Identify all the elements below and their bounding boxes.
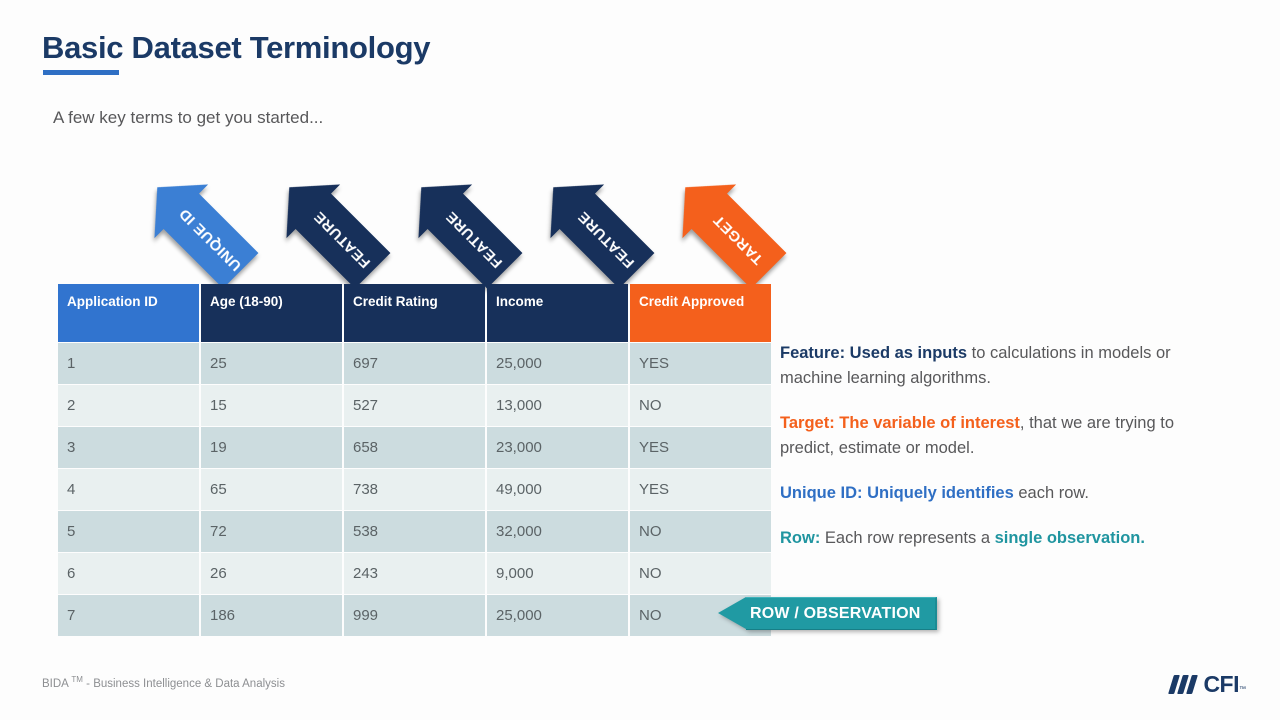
table-cell: 25,000	[487, 343, 628, 384]
table-row: 1 25 697 25,000 YES	[58, 343, 771, 384]
definition-body: each row.	[1013, 484, 1089, 502]
table-cell: YES	[630, 469, 771, 510]
footer-course-note: BIDA TM - Business Intelligence & Data A…	[42, 675, 285, 690]
table-column-header-2: Credit Rating	[344, 284, 485, 342]
table-cell: 4	[58, 469, 199, 510]
table-cell: 6	[58, 553, 199, 594]
table-cell: 697	[344, 343, 485, 384]
cfi-bars-icon	[1168, 674, 1199, 694]
arrow-callout-feature-3: FEATURE	[526, 160, 655, 289]
definition-term: Feature: Used as inputs	[780, 344, 968, 362]
definition-item-0: Feature: Used as inputs to calculations …	[780, 341, 1210, 391]
row-observation-label: ROW / OBSERVATION	[746, 597, 937, 630]
footer-tm: TM	[71, 675, 83, 684]
table-cell: 65	[201, 469, 342, 510]
table-column-header-1: Age (18-90)	[201, 284, 342, 342]
table-cell: 243	[344, 553, 485, 594]
table-cell: 7	[58, 595, 199, 636]
table-column-header-3: Income	[487, 284, 628, 342]
footer-prefix: BIDA	[42, 677, 72, 690]
table-row: 6 26 243 9,000 NO	[58, 553, 771, 594]
table-cell: 999	[344, 595, 485, 636]
column-callout-arrows: UNIQUE ID FEATURE FEATURE FEATURE TARGET	[0, 160, 1280, 290]
definition-emphasis: single observation.	[994, 529, 1145, 547]
table-row: 7 186 999 25,000 NO	[58, 595, 771, 636]
table-cell: NO	[630, 385, 771, 426]
arrow-callout-feature-2: FEATURE	[394, 160, 523, 289]
table-cell: 3	[58, 427, 199, 468]
table-row: 4 65 738 49,000 YES	[58, 469, 771, 510]
definitions-list: Feature: Used as inputs to calculations …	[780, 341, 1210, 571]
table-cell: 738	[344, 469, 485, 510]
table-cell: YES	[630, 427, 771, 468]
table-cell: 186	[201, 595, 342, 636]
table-cell: 9,000	[487, 553, 628, 594]
table-body: 1 25 697 25,000 YES 2 15 527 13,000 NO 3 19 658 23,00…	[58, 343, 771, 636]
table-cell: 658	[344, 427, 485, 468]
definition-term: Target: The variable of interest	[780, 414, 1020, 432]
definition-item-2: Unique ID: Uniquely identifies each row.	[780, 481, 1210, 506]
table-row: 2 15 527 13,000 NO	[58, 385, 771, 426]
table-cell: YES	[630, 343, 771, 384]
definition-item-3: Row: Each row represents a single observ…	[780, 526, 1210, 551]
table-cell: 25,000	[487, 595, 628, 636]
table-cell: 1	[58, 343, 199, 384]
table-cell: 23,000	[487, 427, 628, 468]
page-title: Basic Dataset Terminology	[42, 30, 431, 65]
table-cell: 72	[201, 511, 342, 552]
definition-body: Each row represents a	[820, 529, 995, 547]
table-cell: 527	[344, 385, 485, 426]
table-row: 3 19 658 23,000 YES	[58, 427, 771, 468]
arrow-callout-unique-id-0: UNIQUE ID	[130, 160, 259, 289]
table-cell: 2	[58, 385, 199, 426]
title-underline-accent	[43, 70, 119, 75]
cfi-wordmark: CFI	[1203, 670, 1239, 697]
arrow-callout-feature-1: FEATURE	[262, 160, 391, 289]
table-column-header-4: Credit Approved	[630, 284, 771, 342]
table-cell: 5	[58, 511, 199, 552]
table-cell: 25	[201, 343, 342, 384]
arrow-callout-target-4: TARGET	[658, 160, 787, 289]
definition-term: Unique ID: Uniquely identifies	[780, 484, 1014, 502]
table-column-header-0: Application ID	[58, 284, 199, 342]
table-cell: NO	[630, 511, 771, 552]
table-cell: 19	[201, 427, 342, 468]
footer-suffix: - Business Intelligence & Data Analysis	[82, 677, 285, 690]
table-cell: 15	[201, 385, 342, 426]
table-row: 5 72 538 32,000 NO	[58, 511, 771, 552]
cfi-logo: CFI ™	[1168, 670, 1246, 697]
table-cell: 32,000	[487, 511, 628, 552]
definition-item-1: Target: The variable of interest, that w…	[780, 411, 1210, 461]
table-cell: NO	[630, 553, 771, 594]
table-header: Application ID Age (18-90) Credit Rating In…	[58, 284, 771, 342]
table-cell: 26	[201, 553, 342, 594]
callout-arrow-tip-icon	[718, 597, 746, 629]
table-cell: 538	[344, 511, 485, 552]
table-header-row: Application ID Age (18-90) Credit Rating In…	[58, 284, 771, 342]
table-cell: 49,000	[487, 469, 628, 510]
definition-term: Row:	[780, 529, 821, 547]
page-subtitle: A few key terms to get you started...	[53, 108, 324, 127]
dataset-table: Application ID Age (18-90) Credit Rating In…	[56, 283, 773, 637]
cfi-trademark: ™	[1239, 686, 1246, 693]
row-observation-callout: ROW / OBSERVATION	[718, 597, 937, 630]
table-cell: 13,000	[487, 385, 628, 426]
